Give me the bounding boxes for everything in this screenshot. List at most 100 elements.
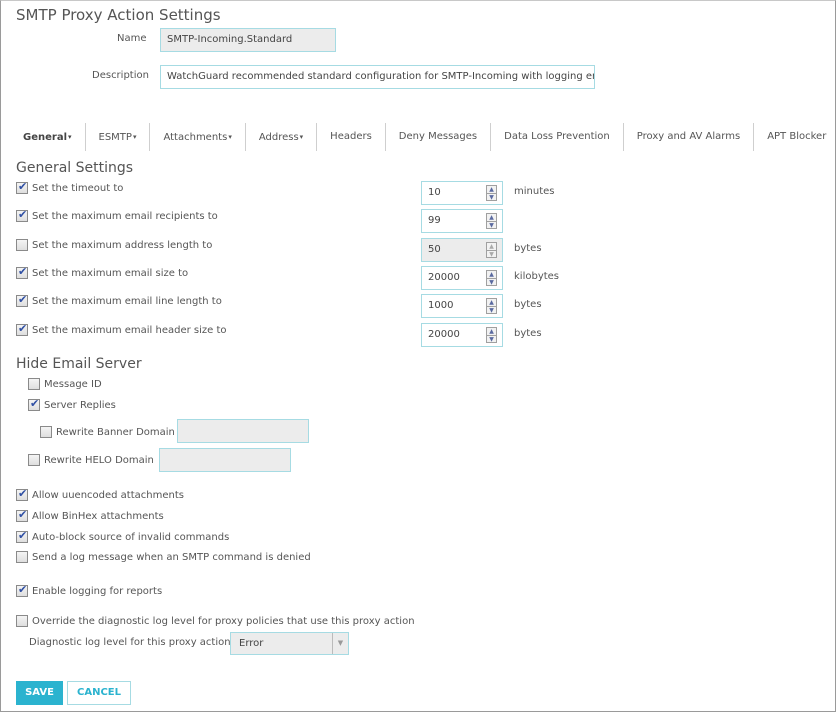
option-label: Set the maximum email header size to [32,324,227,336]
arrow-down-icon[interactable]: ▼ [487,221,496,229]
diagnostic-level-label: Diagnostic log level for this proxy acti… [29,637,231,648]
timeout-spinner[interactable]: 10 ▲ ▼ [421,181,503,205]
save-button[interactable]: SAVE [16,681,63,705]
tab-label: Data Loss Prevention [504,131,610,142]
caret-down-icon: ▾ [299,133,304,141]
caret-down-icon: ▾ [228,133,232,141]
tab-apt-blocker[interactable]: APT Blocker [754,123,836,151]
checkbox[interactable] [16,615,28,627]
max-email-size-spinner[interactable]: 20000 ▲ ▼ [421,266,503,290]
checkbox[interactable] [16,239,28,251]
arrow-down-icon[interactable]: ▼ [487,306,496,314]
arrow-down-icon[interactable]: ▼ [487,278,496,286]
checkbox[interactable] [40,426,52,438]
arrow-up-icon[interactable]: ▲ [487,214,496,221]
rewrite-helo-domain-input[interactable] [159,448,291,472]
checkbox[interactable] [16,583,28,597]
tab-attachments[interactable]: Attachments▾ [150,123,246,151]
name-field[interactable]: SMTP-Incoming.Standard [160,28,336,52]
option-label: Allow uuencoded attachments [32,489,184,501]
caret-down-icon: ▾ [132,133,137,141]
timeout-option[interactable]: Set the timeout to [16,180,123,194]
spinner-value[interactable]: 10 [428,182,441,204]
arrow-down-icon[interactable]: ▼ [487,250,496,258]
arrow-down-icon[interactable]: ▼ [487,335,496,343]
spinner-value[interactable]: 99 [428,210,441,232]
spinner-arrows[interactable]: ▲ ▼ [486,298,497,314]
send-log-message-option[interactable]: Send a log message when an SMTP command … [16,551,311,563]
arrow-down-icon[interactable]: ▼ [487,193,496,201]
tab-general[interactable]: General▾ [10,123,86,151]
general-settings-heading: General Settings [16,160,134,176]
tab-headers[interactable]: Headers [317,123,386,151]
arrow-up-icon[interactable]: ▲ [487,186,496,193]
tab-data-loss-prevention[interactable]: Data Loss Prevention [491,123,624,151]
checkbox[interactable] [16,508,28,522]
option-label: Send a log message when an SMTP command … [32,551,311,563]
override-diagnostic-option[interactable]: Override the diagnostic log level for pr… [16,615,415,627]
rewrite-banner-domain-input[interactable] [177,419,309,443]
spinner-value[interactable]: 20000 [428,324,460,346]
max-email-size-option[interactable]: Set the maximum email size to [16,265,188,279]
checkbox[interactable] [28,454,40,466]
spinner-arrows[interactable]: ▲ ▼ [486,242,497,258]
arrow-up-icon[interactable]: ▲ [487,243,496,250]
max-recipients-spinner[interactable]: 99 ▲ ▼ [421,209,503,233]
checkbox[interactable] [28,397,40,411]
arrow-up-icon[interactable]: ▲ [487,299,496,306]
enable-logging-option[interactable]: Enable logging for reports [16,583,162,597]
message-id-option[interactable]: Message ID [28,378,102,390]
unit-label: bytes [514,299,542,310]
rewrite-banner-option[interactable]: Rewrite Banner Domain [40,426,175,438]
diagnostic-level-select[interactable]: Error ▼ [230,632,349,655]
checkbox[interactable] [16,322,28,336]
tab-label: Proxy and AV Alarms [636,131,741,142]
checkbox[interactable] [16,293,28,307]
allow-uuencoded-option[interactable]: Allow uuencoded attachments [16,487,184,501]
tab-label: Attachments [163,132,228,143]
checkbox[interactable] [16,265,28,279]
auto-block-option[interactable]: Auto-block source of invalid commands [16,529,229,543]
description-field[interactable]: WatchGuard recommended standard configur… [160,65,595,89]
tab-proxy-av-alarms[interactable]: Proxy and AV Alarms [624,123,755,151]
tab-deny-messages[interactable]: Deny Messages [386,123,492,151]
max-header-size-option[interactable]: Set the maximum email header size to [16,322,227,336]
tab-label: Deny Messages [398,131,478,142]
option-label: Rewrite Banner Domain [56,426,175,438]
checkbox[interactable] [16,180,28,194]
option-label: Server Replies [44,399,116,411]
spinner-value[interactable]: 50 [428,239,441,261]
spinner-value[interactable]: 20000 [428,267,460,289]
max-header-size-spinner[interactable]: 20000 ▲ ▼ [421,323,503,347]
option-label: Set the maximum address length to [32,239,213,251]
tab-esmtp[interactable]: ESMTP▾ [86,123,151,151]
spinner-arrows[interactable]: ▲ ▼ [486,327,497,343]
spinner-arrows[interactable]: ▲ ▼ [486,213,497,229]
hide-email-server-heading: Hide Email Server [16,356,142,372]
tab-label: Address [258,132,299,143]
arrow-up-icon[interactable]: ▲ [487,328,496,335]
max-address-length-option[interactable]: Set the maximum address length to [16,239,212,251]
max-line-length-option[interactable]: Set the maximum email line length to [16,293,222,307]
checkbox[interactable] [16,208,28,222]
spinner-arrows[interactable]: ▲ ▼ [486,270,497,286]
tab-bar: General▾ ESMTP▾ Attachments▾ Address▾ He… [10,123,836,151]
max-line-length-spinner[interactable]: 1000 ▲ ▼ [421,294,503,318]
checkbox[interactable] [16,551,28,563]
max-recipients-option[interactable]: Set the maximum email recipients to [16,208,218,222]
server-replies-option[interactable]: Server Replies [28,397,116,411]
tab-label: General [23,132,67,143]
spinner-arrows[interactable]: ▲ ▼ [486,185,497,201]
tab-address[interactable]: Address▾ [246,123,318,151]
arrow-up-icon[interactable]: ▲ [487,271,496,278]
description-label: Description [92,70,149,81]
allow-binhex-option[interactable]: Allow BinHex attachments [16,508,164,522]
spinner-value[interactable]: 1000 [428,295,453,317]
checkbox[interactable] [16,487,28,501]
checkbox[interactable] [28,378,40,390]
checkbox[interactable] [16,529,28,543]
max-address-length-spinner[interactable]: 50 ▲ ▼ [421,238,503,262]
cancel-button[interactable]: CANCEL [67,681,131,705]
unit-label: kilobytes [514,271,560,282]
rewrite-helo-option[interactable]: Rewrite HELO Domain [28,454,154,466]
